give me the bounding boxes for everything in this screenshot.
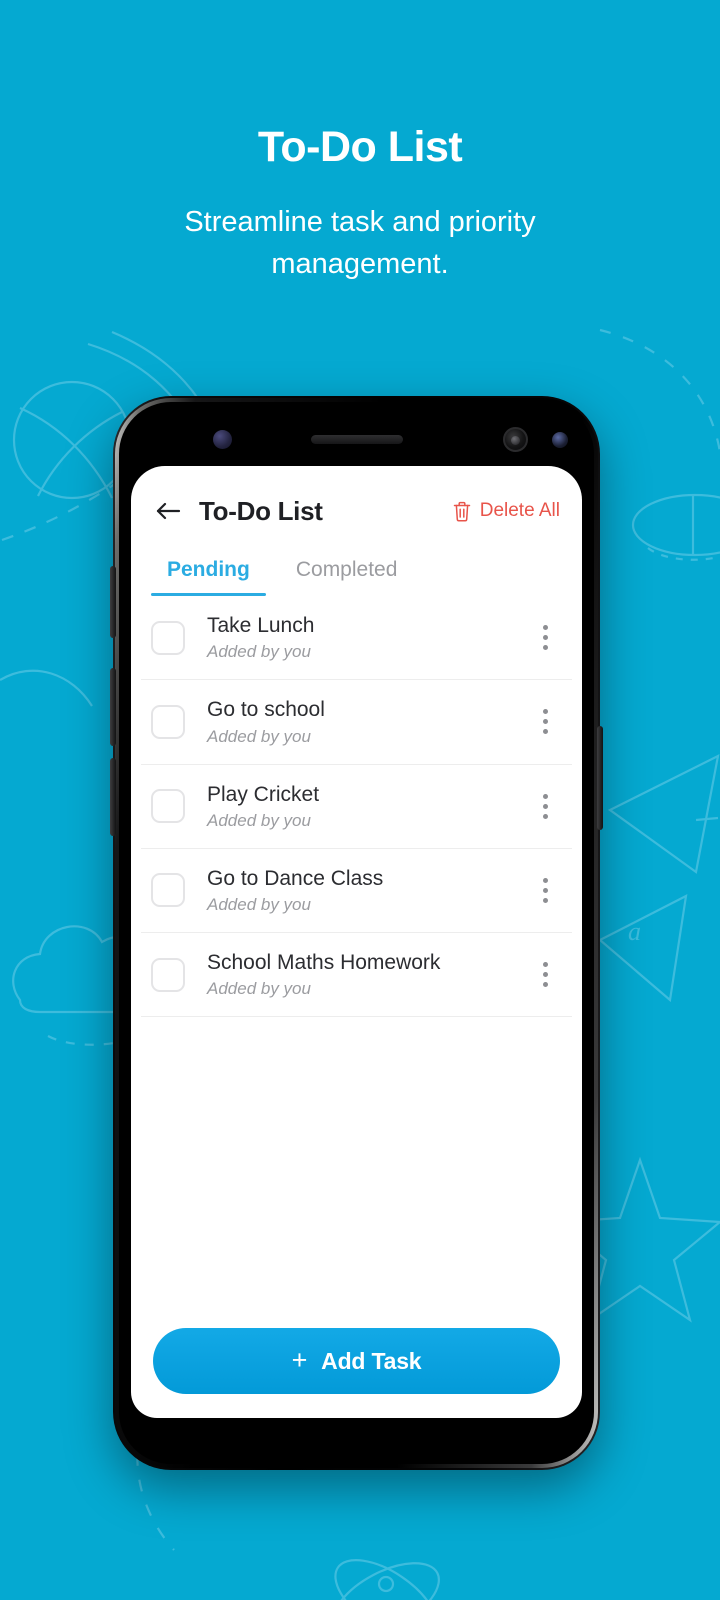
task-checkbox[interactable]	[151, 620, 185, 655]
delete-all-label: Delete All	[479, 500, 560, 521]
volume-down-button[interactable]	[110, 758, 116, 836]
task-subtitle: Added by you	[207, 895, 311, 914]
task-row[interactable]: Take Lunch Added by you	[141, 596, 572, 681]
proximity-sensor-icon	[213, 430, 232, 449]
task-overflow-menu-icon[interactable]	[530, 958, 560, 992]
task-subtitle: Added by you	[207, 810, 311, 830]
task-checkbox[interactable]	[151, 704, 185, 739]
task-checkbox[interactable]	[151, 873, 185, 908]
task-row[interactable]: Go to school Added by you	[141, 680, 572, 765]
task-overflow-menu-icon[interactable]	[530, 789, 560, 823]
task-title: Go to Dance Class	[207, 866, 384, 890]
assistant-button[interactable]	[110, 566, 116, 638]
task-row[interactable]: Play Cricket Added by you	[141, 765, 572, 849]
task-title: Take Lunch	[207, 614, 315, 637]
back-button[interactable]	[151, 494, 185, 528]
front-camera-icon	[503, 427, 528, 452]
promo-title: To-Do List	[257, 123, 463, 171]
task-title: Play Cricket	[207, 782, 320, 806]
app-bar: To-Do List Delete All	[131, 466, 582, 534]
task-title: School Maths Homework	[207, 951, 441, 974]
add-task-label: Add Task	[321, 1347, 422, 1374]
volume-up-button[interactable]	[110, 668, 116, 746]
phone-screen: To-Do List Delete All Pending Completed	[131, 466, 582, 1418]
task-checkbox[interactable]	[151, 957, 185, 992]
svg-text:a: a	[628, 917, 641, 946]
page-title: To-Do List	[199, 495, 323, 526]
delete-all-button[interactable]: Delete All	[453, 500, 560, 522]
task-overflow-menu-icon[interactable]	[530, 873, 560, 907]
plus-icon: +	[291, 1344, 308, 1375]
task-row[interactable]: School Maths Homework Added by you	[141, 933, 572, 1018]
task-subtitle: Added by you	[207, 642, 311, 662]
trash-icon	[453, 501, 470, 521]
task-text: Play Cricket Added by you	[207, 782, 530, 831]
promo-subtitle: Streamline task and priority management.	[184, 206, 536, 281]
task-text: Take Lunch Added by you	[207, 613, 530, 662]
arrow-left-icon	[156, 502, 181, 520]
promo-screenshot: a To-Do List Streamline task and priorit…	[0, 0, 720, 1600]
tab-completed[interactable]: Completed	[280, 558, 414, 596]
add-task-container: + Add Task	[131, 1328, 582, 1418]
power-button[interactable]	[597, 726, 603, 830]
task-text: School Maths Homework Added by you	[207, 950, 530, 999]
task-overflow-menu-icon[interactable]	[530, 705, 560, 739]
task-subtitle: Added by you	[207, 726, 311, 746]
dashed-arc-doodle	[599, 328, 720, 561]
atom-doodle	[332, 1559, 440, 1600]
tab-pending[interactable]: Pending	[151, 558, 266, 596]
task-text: Go to school Added by you	[207, 697, 530, 746]
phone-top-bezel	[113, 410, 600, 466]
triangle-doodle: a	[600, 754, 720, 1003]
phone-mockup: To-Do List Delete All Pending Completed	[110, 396, 603, 1470]
add-task-button[interactable]: + Add Task	[153, 1328, 560, 1394]
task-list: Take Lunch Added by you Go to school Add…	[131, 596, 582, 1328]
task-title: Go to school	[207, 698, 325, 722]
swoosh-doodle	[0, 669, 93, 707]
promo-header: To-Do List Streamline task and priority …	[0, 123, 720, 285]
earpiece-speaker	[310, 435, 403, 444]
task-checkbox[interactable]	[151, 789, 185, 824]
task-row[interactable]: Go to Dance Class Added by you	[141, 849, 572, 933]
iris-scanner-icon	[552, 432, 568, 448]
task-overflow-menu-icon[interactable]	[530, 621, 560, 655]
task-text: Go to Dance Class Added by you	[207, 866, 530, 915]
task-tabs: Pending Completed	[131, 534, 582, 596]
task-subtitle: Added by you	[207, 979, 311, 999]
